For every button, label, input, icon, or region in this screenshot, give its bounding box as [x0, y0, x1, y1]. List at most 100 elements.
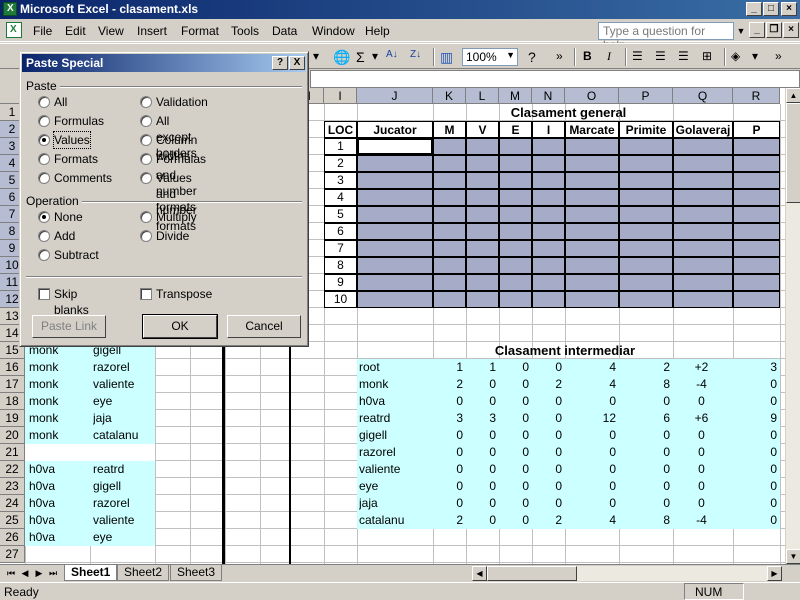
- align-center-icon[interactable]: ☰: [655, 49, 666, 63]
- general-loc-cell[interactable]: 1: [324, 138, 357, 155]
- sheet-tab-3[interactable]: Sheet3: [170, 565, 223, 581]
- row-header[interactable]: 18: [0, 393, 25, 410]
- menu-insert[interactable]: Insert: [137, 24, 167, 38]
- toolbar-dropdown-icon[interactable]: ▾: [313, 49, 319, 63]
- intermediar-value-cell[interactable]: 0: [466, 461, 499, 478]
- intermediar-value-cell[interactable]: 0: [532, 478, 565, 495]
- sheet-tab-1[interactable]: Sheet1: [64, 565, 118, 581]
- intermediar-value-cell[interactable]: 0: [499, 410, 532, 427]
- intermediar-value-cell[interactable]: 0: [532, 359, 565, 376]
- left-player-cell[interactable]: h0va: [29, 512, 89, 529]
- intermediar-value-cell[interactable]: 0: [619, 478, 673, 495]
- intermediar-value-cell[interactable]: 0: [565, 495, 619, 512]
- intermediar-value-cell[interactable]: 0: [499, 376, 532, 393]
- left-opponent-cell[interactable]: valiente: [93, 512, 153, 529]
- row-header[interactable]: 19: [0, 410, 25, 427]
- sheet-tab-2[interactable]: Sheet2: [117, 565, 170, 581]
- help-dropdown-icon[interactable]: ▼: [734, 22, 748, 40]
- intermediar-value-cell[interactable]: 4: [565, 359, 619, 376]
- intermediar-value-cell[interactable]: 9: [733, 410, 780, 427]
- scroll-down-icon[interactable]: ▼: [786, 549, 800, 564]
- horizontal-scroll-thumb[interactable]: [487, 566, 577, 581]
- left-player-cell[interactable]: h0va: [29, 478, 89, 495]
- left-player-cell[interactable]: monk: [29, 410, 89, 427]
- left-opponent-cell[interactable]: catalanu: [93, 427, 153, 444]
- intermediar-value-cell[interactable]: 2: [619, 359, 673, 376]
- cancel-button[interactable]: Cancel: [227, 315, 301, 338]
- intermediar-value-cell[interactable]: 0: [433, 478, 466, 495]
- intermediar-value-cell[interactable]: -4: [673, 376, 733, 393]
- intermediar-value-cell[interactable]: 0: [733, 444, 780, 461]
- row-header[interactable]: 25: [0, 512, 25, 529]
- column-header[interactable]: N: [532, 88, 565, 104]
- scroll-up-icon[interactable]: ▲: [786, 88, 800, 103]
- intermediar-value-cell[interactable]: 0: [433, 393, 466, 410]
- intermediar-value-cell[interactable]: 0: [733, 478, 780, 495]
- autosum-dropdown-icon[interactable]: ▾: [372, 49, 378, 63]
- intermediar-player-cell[interactable]: jaja: [359, 495, 433, 512]
- left-player-cell[interactable]: monk: [29, 359, 89, 376]
- intermediar-player-cell[interactable]: eye: [359, 478, 433, 495]
- menu-data[interactable]: Data: [272, 24, 297, 38]
- intermediar-value-cell[interactable]: 4: [565, 512, 619, 529]
- left-opponent-cell[interactable]: [93, 444, 153, 461]
- general-loc-cell[interactable]: 9: [324, 274, 357, 291]
- prev-sheet-icon[interactable]: ◀: [18, 566, 32, 580]
- left-opponent-cell[interactable]: reatrd: [93, 461, 153, 478]
- intermediar-value-cell[interactable]: 6: [619, 410, 673, 427]
- minimize-button[interactable]: _: [746, 2, 762, 16]
- column-header[interactable]: I: [324, 88, 357, 104]
- menu-view[interactable]: View: [98, 24, 124, 38]
- left-player-cell[interactable]: [29, 444, 89, 461]
- intermediar-value-cell[interactable]: 3: [433, 410, 466, 427]
- left-player-cell[interactable]: h0va: [29, 495, 89, 512]
- row-header[interactable]: 16: [0, 359, 25, 376]
- intermediar-player-cell[interactable]: reatrd: [359, 410, 433, 427]
- ok-button[interactable]: OK: [142, 314, 218, 339]
- intermediar-value-cell[interactable]: 0: [466, 495, 499, 512]
- column-header[interactable]: M: [499, 88, 532, 104]
- intermediar-value-cell[interactable]: 0: [673, 461, 733, 478]
- row-header[interactable]: 23: [0, 478, 25, 495]
- fill-color-icon[interactable]: ◈: [731, 49, 740, 63]
- general-loc-cell[interactable]: 6: [324, 223, 357, 240]
- bold-button[interactable]: B: [583, 49, 592, 63]
- intermediar-value-cell[interactable]: 0: [433, 444, 466, 461]
- intermediar-value-cell[interactable]: 2: [532, 376, 565, 393]
- hyperlink-icon[interactable]: 🌐: [333, 49, 350, 66]
- intermediar-value-cell[interactable]: 0: [619, 444, 673, 461]
- intermediar-value-cell[interactable]: 0: [466, 444, 499, 461]
- intermediar-value-cell[interactable]: 3: [733, 359, 780, 376]
- intermediar-value-cell[interactable]: 0: [565, 478, 619, 495]
- intermediar-value-cell[interactable]: 0: [733, 376, 780, 393]
- intermediar-player-cell[interactable]: valiente: [359, 461, 433, 478]
- intermediar-value-cell[interactable]: 0: [499, 512, 532, 529]
- general-loc-cell[interactable]: 7: [324, 240, 357, 257]
- general-loc-cell[interactable]: 8: [324, 257, 357, 274]
- menu-help[interactable]: Help: [365, 24, 390, 38]
- next-sheet-icon[interactable]: ▶: [32, 566, 46, 580]
- column-header[interactable]: P: [619, 88, 673, 104]
- left-opponent-cell[interactable]: gigell: [93, 478, 153, 495]
- doc-restore-button[interactable]: ❐: [766, 22, 782, 38]
- left-opponent-cell[interactable]: eye: [93, 393, 153, 410]
- dialog-help-button[interactable]: ?: [272, 56, 288, 70]
- intermediar-value-cell[interactable]: 0: [499, 427, 532, 444]
- row-header[interactable]: 21: [0, 444, 25, 461]
- intermediar-value-cell[interactable]: 0: [532, 461, 565, 478]
- intermediar-value-cell[interactable]: 0: [565, 427, 619, 444]
- column-header[interactable]: K: [433, 88, 466, 104]
- intermediar-value-cell[interactable]: 0: [532, 427, 565, 444]
- vertical-scroll-thumb[interactable]: [786, 103, 800, 203]
- column-header[interactable]: R: [733, 88, 780, 104]
- intermediar-value-cell[interactable]: 0: [733, 495, 780, 512]
- intermediar-value-cell[interactable]: 0: [532, 444, 565, 461]
- intermediar-value-cell[interactable]: 0: [733, 427, 780, 444]
- intermediar-value-cell[interactable]: 2: [433, 512, 466, 529]
- first-sheet-icon[interactable]: ⏮: [4, 566, 18, 580]
- intermediar-value-cell[interactable]: 8: [619, 512, 673, 529]
- general-loc-cell[interactable]: 5: [324, 206, 357, 223]
- general-loc-cell[interactable]: 3: [324, 172, 357, 189]
- chart-wizard-icon[interactable]: ▥: [440, 49, 453, 66]
- column-header[interactable]: J: [357, 88, 433, 104]
